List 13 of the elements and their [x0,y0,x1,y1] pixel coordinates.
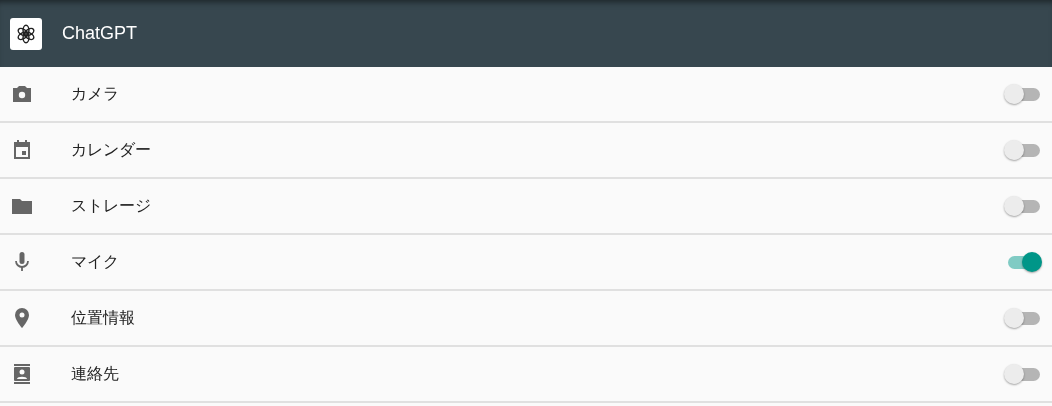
permission-label: ストレージ [71,195,152,217]
toggle-switch[interactable] [1004,362,1040,386]
toggle-switch[interactable] [1004,82,1040,106]
toggle-switch[interactable] [1004,194,1040,218]
permission-label: 連絡先 [71,363,120,385]
app-logo-icon [10,17,42,50]
app-title: ChatGPT [62,23,138,44]
permission-label: マイク [71,251,120,273]
permission-label: 位置情報 [71,307,136,329]
permission-label: カメラ [71,83,120,105]
permission-label: カレンダー [71,139,152,161]
toggle-switch[interactable] [1004,138,1040,162]
toggle-switch[interactable] [1004,306,1040,330]
